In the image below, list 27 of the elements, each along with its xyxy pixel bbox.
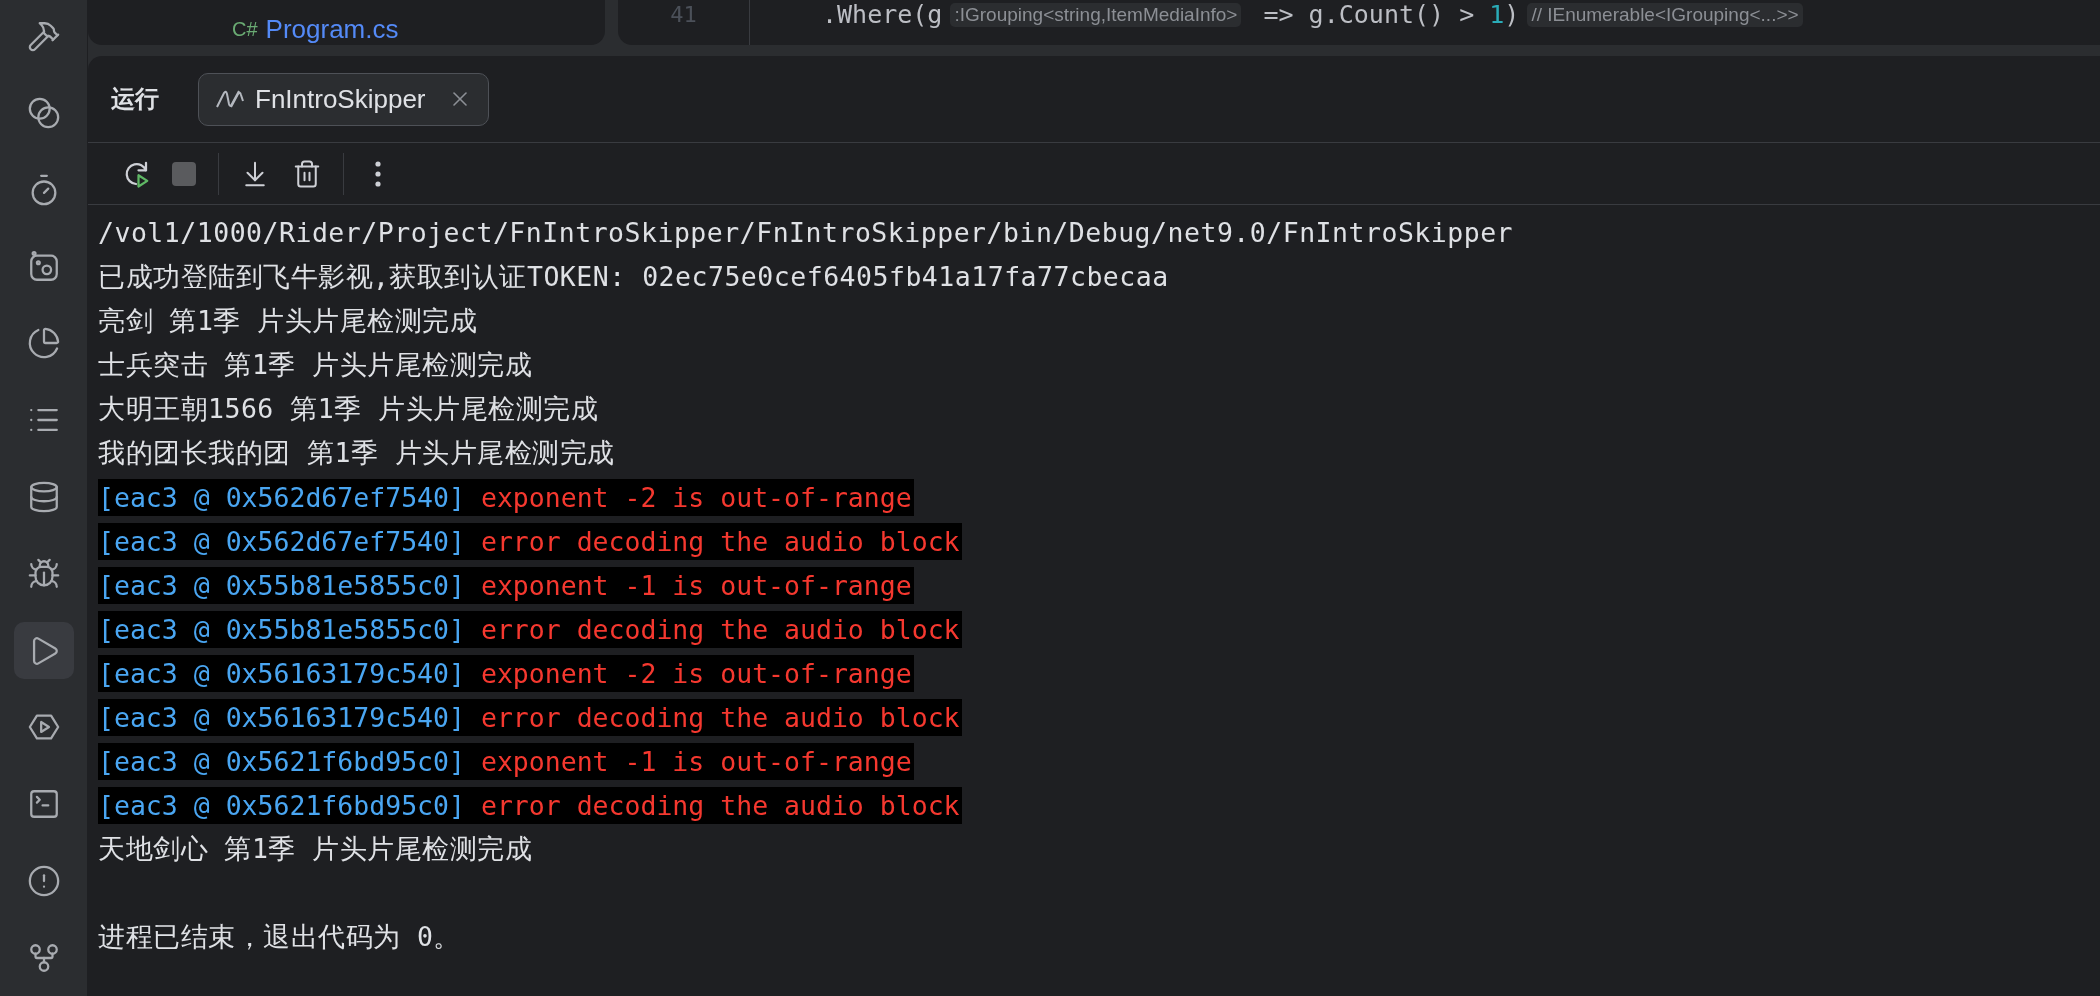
tab-label: FnIntroSkipper (255, 82, 426, 116)
inlay-hint: :IGrouping<string,ItemMediaInfo> (950, 3, 1242, 27)
console-line: 天地剑心 第1季 片头片尾检测完成 (98, 832, 533, 867)
trash-icon (292, 158, 322, 189)
console-line: 大明王朝1566 第1季 片头片尾检测完成 (98, 392, 599, 427)
file-type-label: C# (232, 17, 258, 41)
bug-icon (26, 556, 61, 591)
tool-window-button[interactable] (13, 622, 74, 679)
panel-title: 运行 (111, 84, 159, 114)
configuration-icon (215, 89, 245, 109)
exit-message: 进程已结束，退出代码为 0。 (98, 920, 461, 955)
console-line: 亮剑 第1季 片头片尾检测完成 (98, 304, 478, 339)
console-line: 士兵突击 第1季 片头片尾检测完成 (98, 348, 533, 383)
code-text: => g.Count() > 1) (1263, 1, 1520, 29)
inlay-hint: // IEnumerable<IGrouping<...>> (1527, 3, 1803, 27)
code-text: .Where(g (822, 1, 943, 29)
console-line: 我的团长我的团 第1季 片头片尾检测完成 (98, 436, 615, 471)
run-tab[interactable]: FnIntroSkipper (198, 72, 489, 126)
alert-icon (26, 863, 61, 898)
more-icon (375, 160, 381, 187)
stop-icon (172, 161, 196, 186)
hammer-icon (26, 19, 61, 54)
file-name[interactable]: Program.cs (265, 17, 399, 41)
console-line: 已成功登陆到飞牛影视,获取到认证TOKEN: 02ec75e0cef6405fb41a17fa77cbecaa (98, 260, 1169, 295)
console-line: /vol1/1000/Rider/Project/FnIntroSkipper/FnIntroSkipper/bin/Debug/net9.0/FnIntroSkipper (98, 216, 1514, 251)
overlapping-circles-icon (26, 96, 61, 131)
pie-chart-icon (26, 326, 61, 361)
